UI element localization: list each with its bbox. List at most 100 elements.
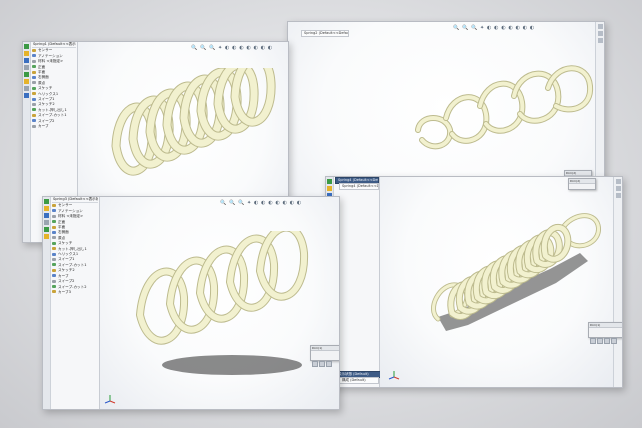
feature-icon xyxy=(32,70,36,74)
configuration-tab[interactable]: Spring2 (Default<<Default>> ) xyxy=(301,30,349,37)
config-manager-tab-icon[interactable] xyxy=(44,213,49,218)
tree-item-label: 右側面 xyxy=(58,230,69,235)
dim-xpert-tab-icon[interactable] xyxy=(44,220,49,225)
feature-icon xyxy=(52,203,56,207)
tree-item-label: スイープ1 xyxy=(58,257,75,262)
graphics-viewport[interactable] xyxy=(380,177,613,387)
heads-up-toolbar[interactable]: 🔍 🔍 🔍 ✦ ◐ ◐ ◐ ◐ ◐ ◐ ◐ xyxy=(191,45,273,51)
task-pane-icon[interactable] xyxy=(597,31,603,36)
window-spring-4: Spring4 (Default<<Default>> ) Spring4 (D… xyxy=(325,176,623,388)
spring-model-4[interactable] xyxy=(422,199,602,349)
dimension-dialog-title: Dim(2) xyxy=(569,179,595,184)
dimension-dialog-buttons xyxy=(589,328,622,349)
feature-manager-tab-icon[interactable] xyxy=(327,179,332,184)
tree-item-label: カット-押し出し1 xyxy=(58,246,87,251)
feature-manager-tab-icon[interactable] xyxy=(44,199,49,204)
display-states-item[interactable]: 構成 (Default) xyxy=(339,377,379,384)
tree-item-label: 右側面 xyxy=(38,75,49,80)
feature-icon xyxy=(32,54,36,58)
feature-icon xyxy=(52,247,56,251)
feature-icon xyxy=(32,59,36,63)
dimension-dialog[interactable]: Dim(2) xyxy=(568,178,596,190)
spring-model-3[interactable] xyxy=(130,231,320,383)
task-pane-icon[interactable] xyxy=(597,24,603,29)
feature-icon xyxy=(52,290,56,294)
tree-item[interactable]: カーブ3 xyxy=(52,290,98,295)
tree-item-label: カーブ xyxy=(38,124,49,129)
tree-item-label: ヘリックス1 xyxy=(58,252,79,257)
feature-icon xyxy=(32,108,36,112)
task-pane-strip[interactable] xyxy=(613,177,622,387)
feature-icon xyxy=(52,230,56,234)
tree-item-label: スイープ-カット1 xyxy=(58,262,87,267)
property-manager-tab-icon[interactable] xyxy=(44,206,49,211)
spring-model-4-svg xyxy=(431,213,601,331)
dimension-dialog-buttons xyxy=(311,351,339,372)
feature-tree: Spring3 (Default<<表示状態-1>>) センサーアノテーション材… xyxy=(52,197,98,295)
feature-icon xyxy=(52,257,56,261)
task-pane-icon[interactable] xyxy=(615,179,621,184)
feature-manager-tab-icon[interactable] xyxy=(24,44,29,49)
dimension-dialog[interactable]: Dim(1) xyxy=(310,345,339,367)
graphics-viewport[interactable]: 🔍 🔍 🔍 ✦ ◐ ◐ ◐ ◐ ◐ ◐ ◐ Dim(1) xyxy=(100,197,339,409)
tree-tabs[interactable] xyxy=(23,42,31,242)
feature-icon xyxy=(52,214,56,218)
feature-icon xyxy=(52,236,56,240)
heads-up-toolbar[interactable]: 🔍 🔍 🔍 ✦ ◐ ◐ ◐ ◐ ◐ ◐ ◐ xyxy=(453,25,535,31)
task-pane-icon[interactable] xyxy=(597,38,603,43)
tree-item[interactable]: カーブ xyxy=(32,124,76,129)
tree-item-label: カーブ xyxy=(58,273,69,278)
feature-icon xyxy=(32,113,36,117)
tree-item-label: アノテーション xyxy=(38,53,63,58)
tree-tabs[interactable] xyxy=(43,197,51,409)
dialog-button[interactable] xyxy=(604,338,610,344)
display-manager-tab-icon[interactable] xyxy=(44,227,49,232)
tree-item-label: スイープ-カット1 xyxy=(38,113,67,118)
property-manager-tab-icon[interactable] xyxy=(327,186,332,191)
configuration-default[interactable]: Spring4 (Default<<Default>> ) xyxy=(339,183,379,190)
feature-icon xyxy=(32,48,36,52)
triad-icon xyxy=(104,391,116,404)
feature-icon xyxy=(52,241,56,245)
tree-item-label: 原点 xyxy=(38,80,46,85)
task-pane-icon[interactable] xyxy=(615,186,621,191)
spring-model-3-svg xyxy=(136,231,309,375)
tree-item-label: 平面 xyxy=(38,70,46,75)
feature-icon xyxy=(32,124,36,128)
dialog-button[interactable] xyxy=(611,338,617,344)
feature-icon xyxy=(32,102,36,106)
feature-icon xyxy=(52,209,56,213)
tree-item-label: 材料 <未指定> xyxy=(38,59,64,64)
property-manager-tab-icon[interactable] xyxy=(24,51,29,56)
tree-item-label: センサー xyxy=(58,203,73,208)
dialog-button[interactable] xyxy=(326,361,332,367)
tree-item-label: スケッチ xyxy=(58,241,73,246)
window-spring-3: Spring3 (Default<<表示状態-1>>) センサーアノテーション材… xyxy=(42,196,340,410)
feature-icon xyxy=(52,279,56,283)
feature-icon xyxy=(32,97,36,101)
display-manager-tab-icon[interactable] xyxy=(24,72,29,77)
tree-item-label: スイープ1 xyxy=(38,97,55,102)
appearance-tab-icon[interactable] xyxy=(24,79,29,84)
feature-icon xyxy=(32,81,36,85)
dialog-button[interactable] xyxy=(312,361,318,367)
tree-item-label: センサー xyxy=(38,48,53,53)
dialog-button[interactable] xyxy=(319,361,325,367)
heads-up-toolbar[interactable]: 🔍 🔍 🔍 ✦ ◐ ◐ ◐ ◐ ◐ ◐ ◐ xyxy=(220,200,302,206)
custom-tab-icon[interactable] xyxy=(24,86,29,91)
dialog-button[interactable] xyxy=(590,338,596,344)
feature-icon xyxy=(32,75,36,79)
feature-icon xyxy=(32,65,36,69)
dialog-button[interactable] xyxy=(597,338,603,344)
dim-xpert-tab-icon[interactable] xyxy=(24,65,29,70)
tree-item-label: 材料 <未指定> xyxy=(58,214,84,219)
task-pane-icon[interactable] xyxy=(615,193,621,198)
feature-icon xyxy=(52,225,56,229)
triad-icon xyxy=(388,367,400,380)
tree-item-label: 原点 xyxy=(58,235,66,240)
config-manager-tab-icon[interactable] xyxy=(24,58,29,63)
feature-icon xyxy=(52,268,56,272)
dimension-dialog[interactable]: Dim(1) xyxy=(588,322,622,344)
appearance-tab-icon[interactable] xyxy=(44,234,49,239)
extra-tab-icon[interactable] xyxy=(24,93,29,98)
